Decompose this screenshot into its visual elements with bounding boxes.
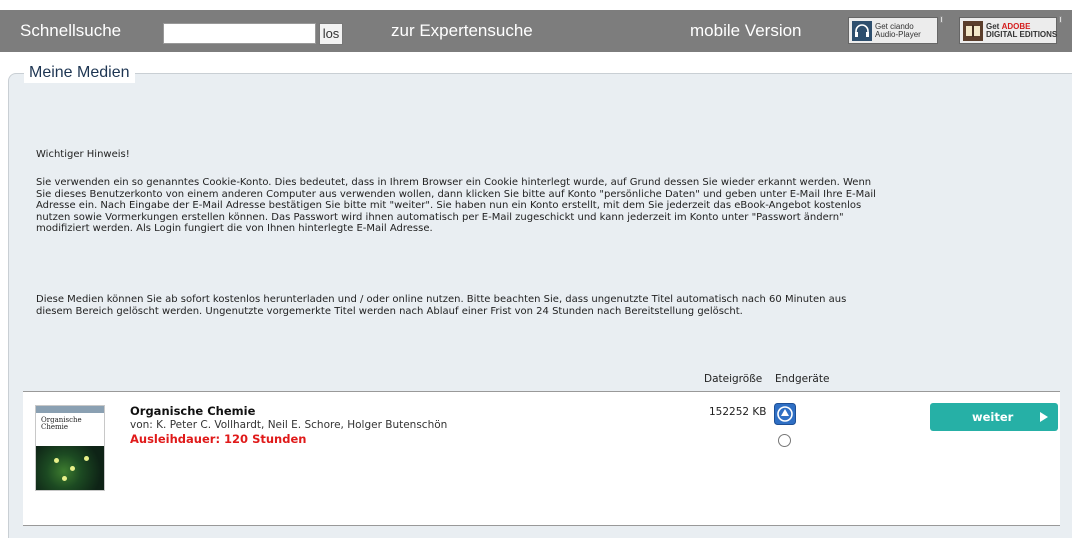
ciando-audio-player-badge[interactable]: Get ciando Audio-Player (848, 16, 943, 44)
ciando-line2: Audio-Player (875, 29, 921, 39)
column-header-filesize: Dateigröße (704, 373, 763, 385)
notice-text: Sie verwenden ein so genanntes Cookie-Ko… (36, 177, 966, 235)
notice-line: Sie dieses Benutzerkonto von einem ander… (36, 188, 876, 200)
loan-duration: Ausleihdauer: 120 Stunden (130, 432, 307, 446)
notice-line: modifiziert werden. Als Login fungiert d… (36, 223, 433, 234)
cover-title: Organische Chemie (41, 416, 82, 431)
quick-search-input[interactable] (163, 23, 316, 44)
book-cover[interactable]: Organische Chemie (35, 405, 105, 491)
info-text: Diese Medien können Sie ab sofort kosten… (36, 294, 966, 317)
mobile-version-link[interactable]: mobile Version (690, 10, 802, 52)
media-title[interactable]: Organische Chemie (130, 404, 255, 418)
notice-line: Sie verwenden ein so genanntes Cookie-Ko… (36, 177, 872, 188)
device-radio-button[interactable] (778, 434, 791, 447)
notice-line: Adresse ein. Nach Eingabe der E-Mail Adr… (36, 200, 862, 211)
digital-editions-book-icon (963, 20, 983, 41)
notice-line: nutzen sowie Vormerkungen erstellen könn… (36, 211, 844, 223)
pin-icon (1059, 16, 1062, 23)
adobe-digital-editions-icon[interactable] (774, 403, 796, 425)
quick-search-label: Schnellsuche (20, 21, 122, 40)
search-go-button[interactable]: los (319, 23, 343, 45)
adobe-digital-editions-badge[interactable]: Get ADOBE DIGITAL EDITIONS (959, 16, 1062, 44)
continue-button-label: weiter (972, 410, 1014, 424)
column-header-devices: Endgeräte (775, 373, 830, 385)
info-line: diesem Bereich gelöscht werden. Ungenutz… (36, 305, 743, 317)
play-arrow-icon (1040, 412, 1048, 422)
headphones-icon (852, 20, 872, 41)
cover-image (36, 446, 104, 490)
media-list-item: Organische Chemie Organische Chemie von:… (23, 391, 1060, 526)
expert-search-link[interactable]: zur Expertensuche (391, 10, 533, 52)
notice-heading: Wichtiger Hinweis! (36, 149, 130, 160)
panel-legend-my-media: Meine Medien (24, 63, 135, 83)
continue-button[interactable]: weiter (930, 403, 1058, 431)
media-filesize: 152252 KB (709, 406, 767, 418)
adobe-line2: DIGITAL EDITIONS (986, 29, 1058, 39)
media-authors: von: K. Peter C. Vollhardt, Neil E. Scho… (130, 419, 448, 431)
pin-icon (940, 16, 943, 23)
info-line: Diese Medien können Sie ab sofort kosten… (36, 294, 847, 305)
